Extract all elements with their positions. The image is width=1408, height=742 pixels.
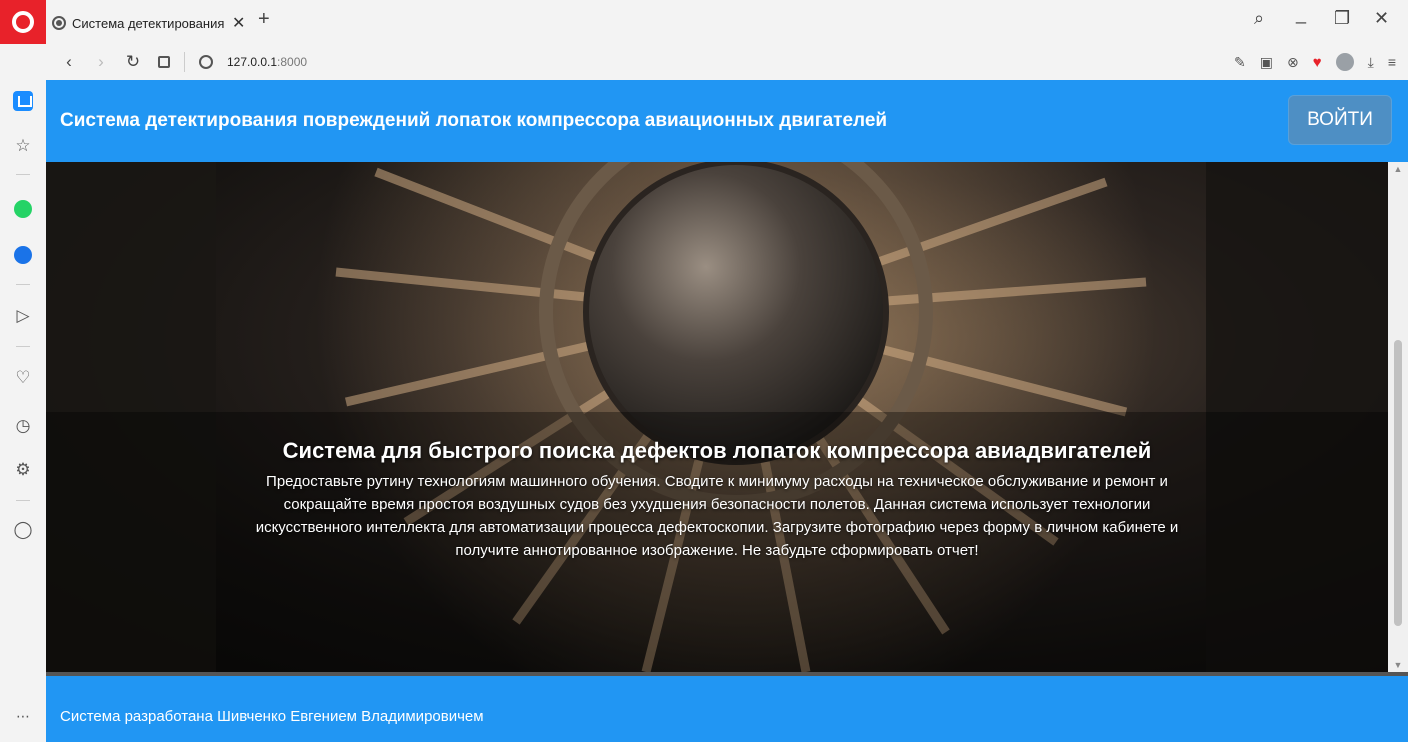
url-port: :8000	[277, 55, 308, 69]
scrollbar-thumb[interactable]	[1394, 340, 1402, 626]
hero-description: Предоставьте рутину технологиям машинног…	[255, 473, 1179, 559]
login-button[interactable]: ВОЙТИ	[1288, 95, 1392, 145]
snapshot-icon[interactable]: ▣	[1260, 54, 1273, 71]
whatsapp-icon[interactable]	[14, 200, 32, 218]
hero-title: Система для быстрого поиска дефектов лоп…	[282, 438, 1152, 463]
restore-button[interactable]: ❐	[1334, 8, 1350, 29]
minimize-button[interactable]: _	[1296, 4, 1306, 25]
close-window-button[interactable]: ✕	[1374, 8, 1389, 29]
sidebar-divider	[16, 284, 30, 285]
sidebar-divider	[16, 346, 30, 347]
tab-search-icon[interactable]: ⌕	[1254, 8, 1264, 29]
home-icon[interactable]	[13, 91, 33, 111]
vk-icon[interactable]	[14, 246, 32, 264]
toolbar-divider	[184, 52, 185, 72]
share-icon[interactable]: ✎	[1234, 54, 1246, 71]
pinboard-heart-icon[interactable]: ♡	[0, 368, 46, 388]
footer-text: Система разработана Шивченко Евгением Вл…	[60, 708, 484, 725]
sidebar-divider	[16, 500, 30, 501]
opera-logo-icon[interactable]	[0, 0, 46, 44]
tips-bulb-icon[interactable]: ◯	[0, 520, 46, 540]
tab-title: Система детектирования	[72, 15, 225, 31]
address-bar: ‹ › ↻ 127.0.0.1:8000 ✎ ▣ ⊗ ♥ ⤓ ≡	[46, 44, 1408, 80]
more-options-icon[interactable]: ⋯	[0, 708, 46, 725]
adblock-icon[interactable]: ⊗	[1287, 54, 1299, 71]
url-field[interactable]: 127.0.0.1:8000	[227, 55, 307, 69]
history-clock-icon[interactable]: ◷	[0, 416, 46, 436]
url-host: 127.0.0.1	[227, 55, 278, 69]
reload-button[interactable]: ↻	[124, 52, 142, 72]
site-favicon-icon	[52, 16, 66, 30]
back-button[interactable]: ‹	[60, 52, 78, 72]
toolbar-right: ✎ ▣ ⊗ ♥ ⤓ ≡	[1234, 44, 1396, 80]
scroll-up-icon[interactable]: ▲	[1388, 164, 1408, 174]
browser-tabstrip: Система детектирования ✕ + ⌕ _ ❐ ✕	[0, 0, 1408, 44]
hero-banner: Система для быстрого поиска дефектов лоп…	[46, 162, 1388, 672]
opera-sidebar: ☆ ▷ ♡ ◷ ⚙ ◯ ⋯	[0, 80, 46, 742]
page-scrollbar[interactable]: ▲ ▼	[1388, 162, 1408, 672]
bookmarks-star-icon[interactable]: ☆	[0, 136, 46, 156]
settings-gear-icon[interactable]: ⚙	[0, 460, 46, 480]
profile-avatar-icon[interactable]	[1335, 53, 1354, 71]
easy-setup-icon[interactable]: ≡	[1388, 54, 1396, 70]
forward-button[interactable]: ›	[92, 52, 110, 72]
browser-tab-active[interactable]: Система детектирования ✕	[52, 10, 248, 36]
new-tab-button[interactable]: +	[258, 8, 270, 31]
web-page: Система детектирования повреждений лопат…	[46, 80, 1408, 742]
speed-dial-icon[interactable]	[158, 56, 170, 68]
site-title: Система детектирования повреждений лопат…	[60, 110, 888, 131]
hero-content: Система для быстрого поиска дефектов лоп…	[46, 438, 1388, 562]
tab-close-icon[interactable]: ✕	[232, 13, 245, 33]
sidebar-divider	[16, 174, 30, 175]
site-header: Система детектирования повреждений лопат…	[46, 80, 1408, 162]
download-icon[interactable]: ⤓	[1368, 54, 1374, 71]
globe-icon[interactable]	[199, 55, 213, 69]
jet-engine-image	[46, 162, 1388, 672]
heart-icon[interactable]: ♥	[1313, 54, 1322, 71]
scroll-down-icon[interactable]: ▼	[1388, 660, 1408, 670]
site-footer: Система разработана Шивченко Евгением Вл…	[46, 672, 1408, 742]
player-icon[interactable]: ▷	[0, 306, 46, 326]
